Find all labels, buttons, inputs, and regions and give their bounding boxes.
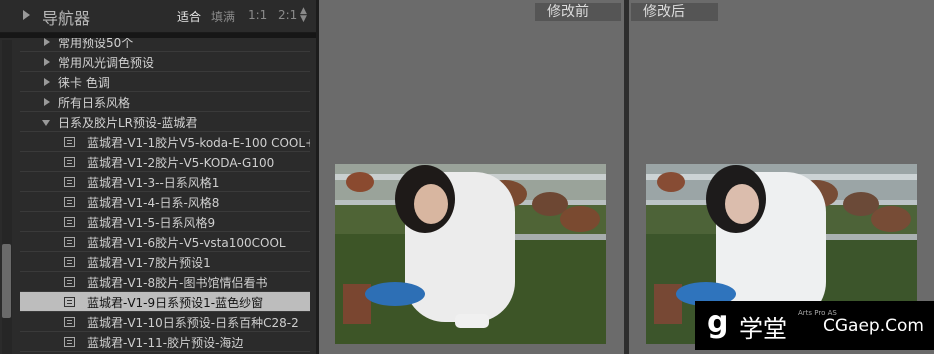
preset-item[interactable]: 蓝城君-V1-10日系预设-日系百种C28-2: [20, 312, 310, 332]
preset-item[interactable]: 蓝城君-V1-5-日系风格9: [20, 212, 310, 232]
preset-group-label: 徕卡 色调: [58, 76, 110, 90]
preset-icon: [64, 297, 75, 307]
before-label: 修改前: [535, 3, 621, 21]
preset-item[interactable]: 蓝城君-V1-11-胶片预设-海边: [20, 332, 310, 352]
preset-icon: [64, 317, 75, 327]
zoom-fill-option[interactable]: 填满: [211, 8, 235, 25]
preset-label: 蓝城君-V1-5-日系风格9: [87, 216, 216, 230]
left-panel: 导航器 适合 填满 1:1 2:1 ▲ ▼ 常用预设50个 常用风光调色预设 徕卡…: [0, 0, 316, 354]
watermark-logo-icon: g: [707, 305, 729, 340]
zoom-stepper-icon[interactable]: ▲ ▼: [300, 7, 307, 24]
preset-item[interactable]: 蓝城君-V1-7胶片预设1: [20, 252, 310, 272]
preset-group-label: 常用风光调色预设: [58, 56, 155, 70]
preset-item[interactable]: 蓝城君-V1-6胶片-V5-vsta100COOL: [20, 232, 310, 252]
preset-icon: [64, 137, 75, 147]
preset-label: 蓝城君-V1-8胶片-图书馆情侣看书: [87, 276, 268, 290]
zoom-2to1-option[interactable]: 2:1: [278, 8, 297, 22]
preset-item[interactable]: 蓝城君-V1-1胶片V5-koda-E-100 COOL+: [20, 132, 310, 152]
preset-icon: [64, 257, 75, 267]
preset-icon: [64, 197, 75, 207]
preset-icon: [64, 277, 75, 287]
preset-item[interactable]: 蓝城君-V1-4-日系-风格8: [20, 192, 310, 212]
preset-group-label: 常用预设50个: [58, 38, 134, 50]
preset-group-row[interactable]: 徕卡 色调: [20, 72, 310, 92]
preset-label: 蓝城君-V1-7胶片预设1: [87, 256, 211, 270]
compare-divider: [624, 0, 629, 354]
preset-icon: [64, 337, 75, 347]
preset-label: 蓝城君-V1-1胶片V5-koda-E-100 COOL+: [87, 136, 310, 150]
zoom-fit-option[interactable]: 适合: [177, 8, 201, 25]
collapse-arrow-icon[interactable]: [42, 120, 50, 126]
preset-item-selected[interactable]: 蓝城君-V1-9日系预设1-蓝色纱窗: [20, 292, 310, 312]
before-photo: [335, 164, 606, 344]
preset-list: 常用预设50个 常用风光调色预设 徕卡 色调 所有日系风格 日系及胶片LR预设-…: [20, 38, 310, 354]
after-label: 修改后: [631, 3, 718, 21]
preset-group-label: 日系及胶片LR预设-蓝城君: [58, 116, 198, 130]
preset-item[interactable]: 蓝城君-V1-8胶片-图书馆情侣看书: [20, 272, 310, 292]
preset-label: 蓝城君-V1-11-胶片预设-海边: [87, 336, 244, 350]
preset-icon: [64, 217, 75, 227]
collapse-arrow-icon[interactable]: [23, 10, 30, 20]
preset-icon: [64, 177, 75, 187]
preset-label: 蓝城君-V1-3--日系风格1: [87, 176, 220, 190]
preset-group-row[interactable]: 常用预设50个: [20, 38, 310, 52]
expand-arrow-icon[interactable]: [44, 58, 50, 66]
preset-label: 蓝城君-V1-10日系预设-日系百种C28-2: [87, 316, 299, 330]
watermark: g 学堂 Arts Pro AS CGaep.Com: [695, 301, 934, 350]
preset-item[interactable]: 蓝城君-V1-3--日系风格1: [20, 172, 310, 192]
navigator-header[interactable]: 导航器 适合 填满 1:1 2:1 ▲ ▼: [0, 0, 316, 33]
preset-icon: [64, 157, 75, 167]
preset-label: 蓝城君-V1-4-日系-风格8: [87, 196, 220, 210]
preset-group-row[interactable]: 常用风光调色预设: [20, 52, 310, 72]
expand-arrow-icon[interactable]: [44, 38, 50, 46]
preset-item[interactable]: 蓝城君-V1-2胶片-V5-KODA-G100: [20, 152, 310, 172]
scrollbar-thumb[interactable]: [2, 244, 11, 318]
preset-icon: [64, 237, 75, 247]
watermark-site: CGaep.Com: [823, 316, 924, 336]
navigator-title: 导航器: [42, 9, 91, 28]
zoom-1to1-option[interactable]: 1:1: [248, 8, 267, 22]
preset-label: 蓝城君-V1-6胶片-V5-vsta100COOL: [87, 236, 286, 250]
preset-group-label: 所有日系风格: [58, 96, 131, 110]
panel-divider[interactable]: [316, 0, 319, 354]
preset-group-row[interactable]: 日系及胶片LR预设-蓝城君: [20, 112, 310, 132]
expand-arrow-icon[interactable]: [44, 98, 50, 106]
expand-arrow-icon[interactable]: [44, 78, 50, 86]
preset-label: 蓝城君-V1-2胶片-V5-KODA-G100: [87, 156, 275, 170]
preset-group-row[interactable]: 所有日系风格: [20, 92, 310, 112]
watermark-name: 学堂: [739, 315, 787, 343]
preset-label: 蓝城君-V1-9日系预设1-蓝色纱窗: [87, 296, 264, 310]
